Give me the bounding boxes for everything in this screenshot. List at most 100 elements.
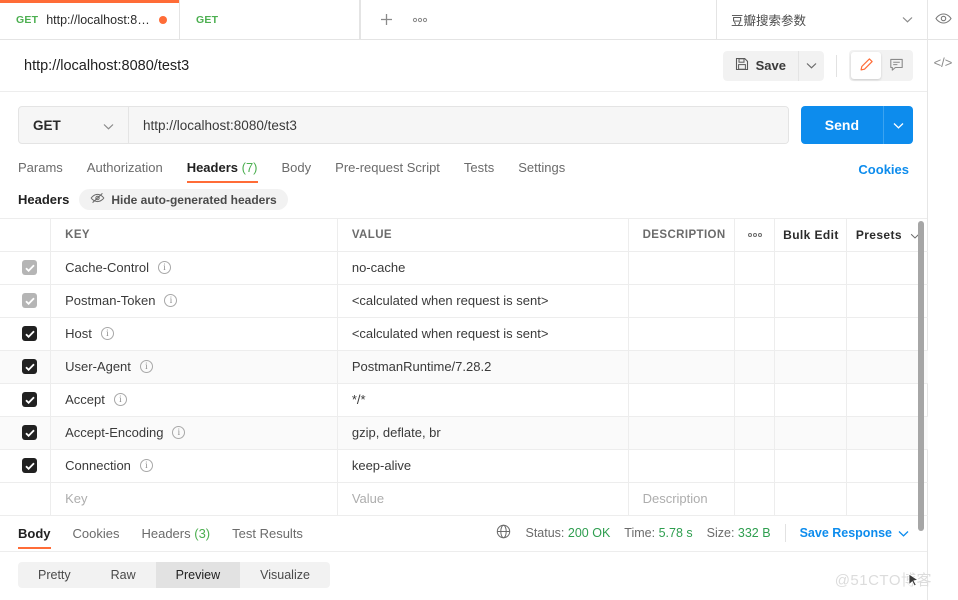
row-checkbox[interactable] (22, 293, 37, 309)
table-row[interactable]: Connection i keep-alive (0, 449, 928, 483)
row-checkbox-cell[interactable] (0, 350, 52, 384)
table-more-options-button[interactable] (734, 219, 776, 252)
row-checkbox[interactable] (22, 359, 37, 375)
edit-request-button[interactable] (851, 52, 881, 79)
response-tab-body[interactable]: Body (18, 517, 51, 549)
info-icon[interactable]: i (164, 294, 178, 307)
url-input[interactable]: http://localhost:8080/test3 (129, 107, 788, 143)
row-value-cell[interactable]: no-cache (337, 251, 629, 285)
environment-selector[interactable]: 豆瓣搜索参数 (717, 0, 927, 39)
row-checkbox[interactable] (22, 425, 37, 441)
format-visualize-button[interactable]: Visualize (240, 562, 330, 588)
row-key-cell[interactable]: Accept i (50, 383, 338, 417)
main-column: GET http://localhost:80... GET 豆瓣搜索参数 ht… (0, 0, 928, 600)
tab-headers[interactable]: Headers (7) (186, 156, 258, 183)
row-checkbox-cell[interactable] (0, 383, 52, 417)
response-tab-headers[interactable]: Headers (3) (141, 517, 210, 549)
tab-more-options-button[interactable] (405, 5, 435, 35)
row-spacer-cell (846, 251, 928, 285)
format-raw-button[interactable]: Raw (91, 562, 156, 588)
table-row[interactable]: Host i <calculated when request is sent> (0, 317, 928, 351)
row-checkbox-cell[interactable] (0, 284, 52, 318)
comments-button[interactable] (881, 52, 911, 79)
row-value-cell[interactable]: <calculated when request is sent> (337, 317, 629, 351)
column-value: VALUE (337, 219, 629, 252)
request-tab-1[interactable]: GET http://localhost:80... (0, 0, 180, 39)
row-spacer-cell (774, 383, 848, 417)
row-checkbox[interactable] (22, 326, 37, 342)
info-icon[interactable]: i (172, 426, 186, 439)
info-icon[interactable]: i (157, 261, 171, 274)
row-checkbox-cell[interactable] (0, 416, 52, 450)
info-icon[interactable]: i (100, 327, 114, 340)
format-pretty-button[interactable]: Pretty (18, 562, 91, 588)
table-row[interactable]: User-Agent i PostmanRuntime/7.28.2 (0, 350, 928, 384)
row-description-cell[interactable] (628, 416, 735, 450)
row-description-cell[interactable] (628, 317, 735, 351)
info-icon[interactable]: i (139, 459, 153, 472)
headers-table-scrollbar[interactable] (918, 221, 924, 531)
row-description-cell[interactable] (628, 383, 735, 417)
row-key-cell[interactable]: Postman-Token i (50, 284, 338, 318)
row-description-cell[interactable] (628, 449, 735, 483)
row-description-cell[interactable] (628, 251, 735, 285)
save-response-button[interactable]: Save Response (800, 526, 909, 540)
row-checkbox-cell[interactable] (0, 449, 52, 483)
row-checkbox[interactable] (22, 392, 37, 408)
presets-button[interactable]: Presets (846, 219, 928, 252)
bulk-edit-button[interactable]: Bulk Edit (774, 219, 848, 252)
format-preview-button[interactable]: Preview (155, 561, 241, 588)
new-tab-button[interactable] (371, 5, 401, 35)
response-tab-cookies[interactable]: Cookies (73, 517, 120, 549)
save-options-button[interactable] (798, 50, 824, 81)
tab-body[interactable]: Body (282, 156, 312, 183)
row-value-cell[interactable]: <calculated when request is sent> (337, 284, 629, 318)
row-key-cell[interactable]: Cache-Control i (50, 251, 338, 285)
request-tabs: Params Authorization Headers (7) Body Pr… (0, 156, 927, 183)
row-description-cell[interactable] (628, 350, 735, 384)
row-key-cell[interactable]: Accept-Encoding i (50, 416, 338, 450)
tab-settings[interactable]: Settings (518, 156, 565, 183)
save-button[interactable]: Save (722, 50, 798, 81)
row-value-cell[interactable]: keep-alive (337, 449, 629, 483)
send-button[interactable]: Send (800, 106, 883, 144)
row-description-cell[interactable] (628, 284, 735, 318)
environment-quick-look-button[interactable] (928, 0, 958, 40)
new-row-value-input[interactable]: Value (337, 482, 629, 516)
http-method-select[interactable]: GET (19, 107, 129, 143)
tab-params[interactable]: Params (18, 156, 63, 183)
new-row-description-input[interactable]: Description (628, 482, 735, 516)
row-key-cell[interactable]: Connection i (50, 449, 338, 483)
table-row[interactable]: Accept i */* (0, 383, 928, 417)
new-row-key-input[interactable]: Key (50, 482, 338, 516)
row-checkbox-cell[interactable] (0, 317, 52, 351)
tab-pre-request-script[interactable]: Pre-request Script (335, 156, 440, 183)
info-icon[interactable]: i (139, 360, 153, 373)
pencil-icon (859, 57, 874, 75)
new-header-row[interactable]: Key Value Description (0, 482, 928, 516)
row-value-cell[interactable]: */* (337, 383, 629, 417)
row-value-cell[interactable]: PostmanRuntime/7.28.2 (337, 350, 629, 384)
row-key-cell[interactable]: Host i (50, 317, 338, 351)
row-checkbox-cell[interactable] (0, 251, 52, 285)
hide-auto-generated-headers-label: Hide auto-generated headers (111, 192, 277, 207)
row-checkbox[interactable] (22, 260, 37, 276)
tab-authorization[interactable]: Authorization (87, 156, 163, 183)
new-row-description-placeholder: Description (642, 491, 708, 506)
row-checkbox[interactable] (22, 458, 37, 474)
cookies-link[interactable]: Cookies (858, 162, 909, 177)
send-options-button[interactable] (883, 106, 913, 144)
row-value-cell[interactable]: gzip, deflate, br (337, 416, 629, 450)
tab-tests[interactable]: Tests (464, 156, 494, 183)
table-row[interactable]: Accept-Encoding i gzip, deflate, br (0, 416, 928, 450)
table-row[interactable]: Postman-Token i <calculated when request … (0, 284, 928, 318)
info-icon[interactable]: i (113, 393, 127, 406)
hide-auto-generated-headers-button[interactable]: Hide auto-generated headers (79, 189, 288, 210)
globe-icon (496, 524, 511, 542)
response-tab-test-results[interactable]: Test Results (232, 517, 303, 549)
request-tab-2[interactable]: GET (180, 0, 360, 39)
row-key-cell[interactable]: User-Agent i (50, 350, 338, 384)
table-row[interactable]: Cache-Control i no-cache (0, 251, 928, 285)
code-snippet-button[interactable]: </> (928, 40, 958, 84)
size-label: Size: (706, 526, 735, 540)
